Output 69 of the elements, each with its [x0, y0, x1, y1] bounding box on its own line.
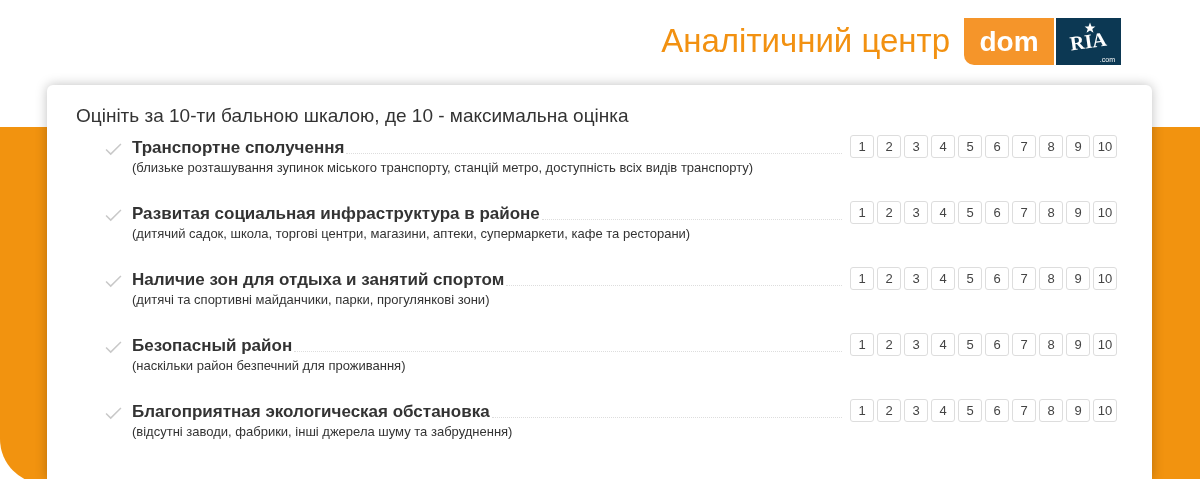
score-button[interactable]: 1: [850, 267, 874, 290]
score-button[interactable]: 6: [985, 135, 1009, 158]
star-icon: [1084, 22, 1096, 34]
score-button[interactable]: 5: [958, 201, 982, 224]
brand-title: Аналітичний центр: [661, 21, 950, 60]
score-button[interactable]: 2: [877, 399, 901, 422]
score-button[interactable]: 4: [931, 135, 955, 158]
score-button[interactable]: 9: [1066, 201, 1090, 224]
criterion-note: (відсутні заводи, фабрики, інші джерела шуму та забруднення): [132, 424, 514, 439]
criterion-title: Безопасный район: [132, 336, 293, 356]
score-button[interactable]: 3: [904, 267, 928, 290]
score-button[interactable]: 6: [985, 333, 1009, 356]
criterion-note: (близьке розташування зупинок міського транспорту, станцій метро, доступність всіх видів транспорту): [132, 160, 755, 175]
score-button[interactable]: 9: [1066, 267, 1090, 290]
score-button[interactable]: 10: [1093, 333, 1117, 356]
score-button[interactable]: 5: [958, 399, 982, 422]
score-button[interactable]: 1: [850, 399, 874, 422]
score-button[interactable]: 2: [877, 201, 901, 224]
score-button[interactable]: 1: [850, 135, 874, 158]
score-button[interactable]: 10: [1093, 267, 1117, 290]
score-button[interactable]: 6: [985, 267, 1009, 290]
score-button[interactable]: 1: [850, 201, 874, 224]
checkmark-icon: [105, 275, 122, 288]
score-button[interactable]: 6: [985, 399, 1009, 422]
score-button[interactable]: 5: [958, 267, 982, 290]
score-button[interactable]: 7: [1012, 201, 1036, 224]
score-button[interactable]: 10: [1093, 201, 1117, 224]
criterion-title: Благоприятная экологическая обстановка: [132, 402, 490, 422]
score-button[interactable]: 8: [1039, 267, 1063, 290]
checkmark-icon: [105, 407, 122, 420]
score-button[interactable]: 3: [904, 201, 928, 224]
score-button[interactable]: 5: [958, 333, 982, 356]
checkmark-icon: [105, 209, 122, 222]
checkmark-icon: [105, 143, 122, 156]
score-button[interactable]: 3: [904, 135, 928, 158]
score-button[interactable]: 8: [1039, 333, 1063, 356]
criterion-title: Транспортне сполучення: [132, 138, 345, 158]
score-button[interactable]: 8: [1039, 201, 1063, 224]
score-button[interactable]: 3: [904, 399, 928, 422]
criterion-title: Развитая социальная инфраструктура в районе: [132, 204, 540, 224]
score-button[interactable]: 2: [877, 333, 901, 356]
score-button[interactable]: 4: [931, 201, 955, 224]
criterion-note: (дитячий садок, школа, торгові центри, магазини, аптеки, супермаркети, кафе та ресторани): [132, 226, 692, 241]
criterion-title: Наличие зон для отдыха и занятий спортом: [132, 270, 505, 290]
score-button[interactable]: 8: [1039, 135, 1063, 158]
score-button[interactable]: 5: [958, 135, 982, 158]
score-button[interactable]: 2: [877, 135, 901, 158]
score-button[interactable]: 6: [985, 201, 1009, 224]
checkmark-icon: [105, 341, 122, 354]
score-button[interactable]: 7: [1012, 267, 1036, 290]
score-button[interactable]: 9: [1066, 135, 1090, 158]
score-button[interactable]: 1: [850, 333, 874, 356]
score-button[interactable]: 9: [1066, 333, 1090, 356]
score-button[interactable]: 9: [1066, 399, 1090, 422]
score-button[interactable]: 2: [877, 267, 901, 290]
logo-dom: dom: [964, 18, 1054, 65]
score-button[interactable]: 7: [1012, 399, 1036, 422]
score-button[interactable]: 3: [904, 333, 928, 356]
score-button[interactable]: 7: [1012, 135, 1036, 158]
score-button[interactable]: 7: [1012, 333, 1036, 356]
criterion-note: (дитячі та спортивні майданчики, парки, прогулянкові зони): [132, 292, 491, 307]
criterion-note: (наскільки район безпечний для проживання): [132, 358, 407, 373]
survey-prompt: Оцініть за 10-ти бальною шкалою, де 10 - максимальна оцінка: [76, 105, 630, 127]
score-button[interactable]: 4: [931, 333, 955, 356]
score-button[interactable]: 4: [931, 267, 955, 290]
score-button[interactable]: 10: [1093, 135, 1117, 158]
score-button[interactable]: 10: [1093, 399, 1117, 422]
score-button[interactable]: 4: [931, 399, 955, 422]
score-button[interactable]: 8: [1039, 399, 1063, 422]
